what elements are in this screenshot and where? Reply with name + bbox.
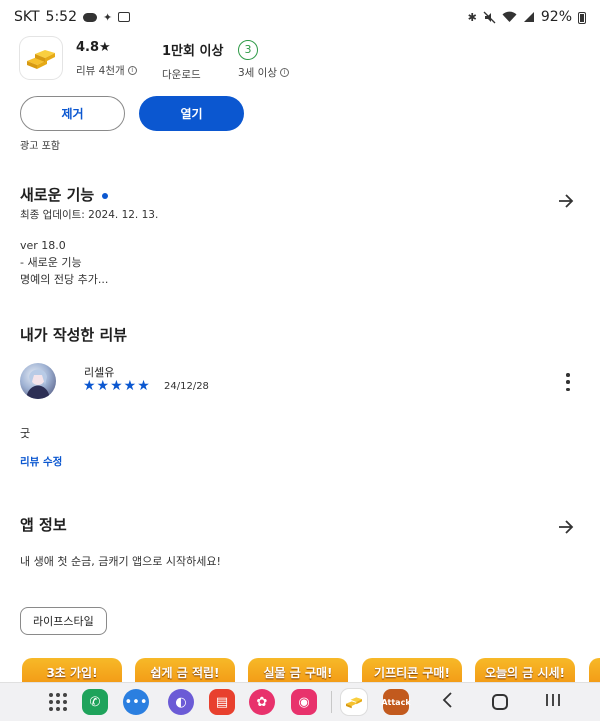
app-drawer-icon[interactable]	[49, 693, 67, 711]
screenshot-banner[interactable]: 오늘의 금 시세!	[475, 658, 575, 682]
media-icon	[118, 12, 131, 22]
gold-app-icon[interactable]	[341, 689, 367, 715]
navigation-bar: ✆ ••• ◐ ▤ ✿ ◉ Attack	[0, 682, 600, 721]
carrier-label: SKT	[14, 9, 40, 25]
whats-new-title-text: 새로운 기능	[20, 186, 95, 204]
release-notes: ver 18.0 - 새로운 기능 명예의 전당 추가...	[20, 237, 108, 288]
app-info-title[interactable]: 앱 정보	[20, 514, 67, 535]
battery-icon	[578, 11, 586, 24]
open-button[interactable]: 열기	[139, 96, 244, 131]
gold-bars-icon	[27, 50, 55, 69]
battery-percent: 92%	[540, 9, 572, 25]
age-rating-label: 3세 이상	[238, 66, 277, 79]
dock-divider	[331, 691, 332, 713]
screenshot-banner[interactable]: 실물 금 구매!	[248, 658, 348, 682]
more-options-icon[interactable]	[562, 373, 574, 391]
signal-icon	[523, 12, 534, 22]
clock: 5:52	[45, 9, 77, 25]
game-app-icon[interactable]: Attack	[381, 689, 411, 715]
camera-icon[interactable]: ◉	[291, 689, 317, 715]
screenshot-banner-partial[interactable]	[589, 658, 600, 682]
screenshot-carousel[interactable]: 3초 가입! 쉽게 금 적립! 실물 금 구매! 기프티콘 구매! 오늘의 금 …	[0, 656, 600, 682]
release-notes-line: ver 18.0	[20, 239, 66, 252]
release-notes-line: - 새로운 기능	[20, 256, 82, 269]
home-icon[interactable]	[492, 694, 508, 710]
edit-review-link[interactable]: 리뷰 수정	[20, 454, 62, 469]
review-text: 굿	[20, 427, 31, 440]
app-icon[interactable]	[20, 37, 62, 79]
rating-value: 4.8★	[76, 40, 111, 55]
review-date: 24/12/28	[164, 381, 209, 392]
last-updated: 최종 업데이트: 2024. 12. 13.	[20, 209, 159, 221]
recent-apps-icon[interactable]	[545, 691, 561, 714]
contains-ads-label: 광고 포함	[20, 141, 60, 152]
bluetooth-icon: ✱	[467, 10, 477, 24]
my-review-title: 내가 작성한 리뷰	[20, 326, 128, 344]
info-icon: i	[127, 66, 137, 75]
gallery-icon[interactable]: ✿	[249, 689, 275, 715]
status-bar: SKT 5:52 ✦ ✱ 92%	[0, 0, 600, 34]
app-description: 내 생애 첫 순금, 금캐기 앱으로 시작하세요!	[20, 555, 221, 568]
downloads-stat: 1만회 이상 다운로드	[162, 40, 223, 82]
reviews-count: 리뷰 4천개	[76, 65, 125, 77]
info-icon: i	[280, 67, 289, 77]
star-rating: ★★★★★	[83, 378, 151, 394]
uninstall-button[interactable]: 제거	[20, 96, 125, 131]
avatar	[20, 363, 56, 399]
new-indicator-dot	[102, 192, 109, 199]
age-rating-stat[interactable]: 3 3세 이상 i	[238, 38, 289, 80]
mute-icon	[483, 11, 496, 23]
category-chip[interactable]: 라이프스타일	[20, 607, 107, 635]
phone-icon[interactable]: ✆	[82, 689, 108, 715]
wifi-icon	[502, 11, 517, 22]
whats-new-arrow-icon[interactable]	[558, 189, 574, 213]
screenshot-banner[interactable]: 쉽게 금 적립!	[135, 658, 235, 682]
screenshot-banner[interactable]: 3초 가입!	[22, 658, 122, 682]
age-rating-badge: 3	[238, 39, 258, 60]
downloads-label: 다운로드	[162, 69, 201, 81]
screenshot-banner[interactable]: 기프티콘 구매!	[362, 658, 462, 682]
back-icon[interactable]	[441, 691, 453, 714]
downloads-value: 1만회 이상	[162, 44, 224, 59]
whats-new-title[interactable]: 새로운 기능	[20, 184, 109, 205]
release-notes-line: 명예의 전당 추가...	[20, 273, 109, 286]
messages-icon[interactable]: •••	[123, 689, 149, 715]
internet-icon[interactable]: ◐	[168, 689, 194, 715]
chat-bubble-icon	[83, 12, 97, 22]
app-info-arrow-icon[interactable]	[558, 515, 574, 539]
nearby-share-icon: ✦	[103, 10, 113, 24]
rating-stat[interactable]: 4.8★ 리뷰 4천개 i	[76, 40, 137, 78]
notes-icon[interactable]: ▤	[209, 689, 235, 715]
